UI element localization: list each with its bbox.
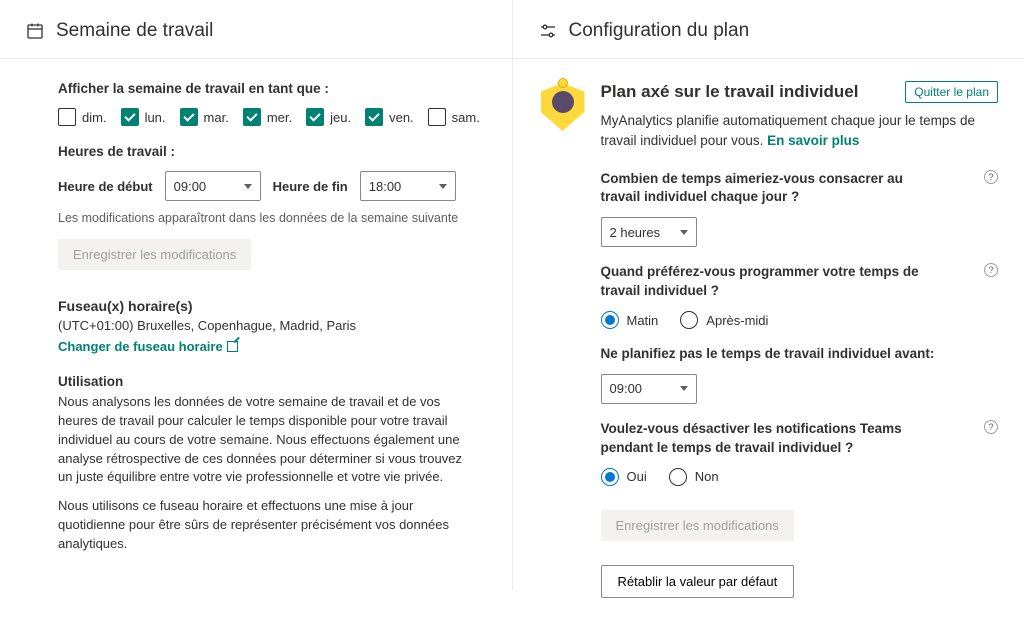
hours-hint: Les modifications apparaîtront dans les … [58,211,486,225]
day-checkbox-ven[interactable]: ven. [365,108,414,126]
start-time-value: 09:00 [174,179,207,194]
chevron-down-icon [439,184,447,189]
info-icon[interactable]: ? [984,170,998,184]
time-pref-question: Quand préférez-vous programmer votre tem… [601,263,941,301]
chevron-down-icon [680,386,688,391]
day-label: sam. [452,110,480,125]
days-row: dim. lun. mar. mer. jeu. ven. sam. [58,108,486,126]
radio-morning[interactable]: Matin [601,311,659,329]
mute-teams-question: Voulez-vous désactiver les notifications… [601,420,941,458]
reset-default-button[interactable]: Rétablir la valeur par défaut [601,565,795,598]
info-icon[interactable]: ? [984,420,998,434]
work-week-panel: Semaine de travail Afficher la semaine d… [0,0,513,590]
show-as-label: Afficher la semaine de travail en tant q… [58,81,486,96]
change-timezone-link[interactable]: Changer de fuseau horaire [58,339,238,354]
end-time-value: 18:00 [369,179,402,194]
hours-row: Heure de début 09:00 Heure de fin 18:00 [58,171,486,201]
day-checkbox-mer[interactable]: mer. [243,108,292,126]
calendar-icon [26,22,44,40]
chevron-down-icon [680,230,688,235]
plan-description: MyAnalytics planifie automatiquement cha… [601,111,999,152]
duration-value: 2 heures [610,225,661,240]
timezone-heading: Fuseau(x) horaire(s) [58,298,486,314]
start-time-label: Heure de début [58,179,153,194]
plan-config-header: Configuration du plan [513,0,1024,59]
external-link-icon [227,341,238,352]
plan-config-title: Configuration du plan [569,20,750,42]
day-label: ven. [389,110,414,125]
day-label: jeu. [330,110,351,125]
day-checkbox-jeu[interactable]: jeu. [306,108,351,126]
radio-morning-label: Matin [627,313,659,328]
day-label: dim. [82,110,107,125]
checkbox-icon [306,108,324,126]
day-checkbox-mar[interactable]: mar. [180,108,229,126]
radio-icon [601,311,619,329]
end-time-select[interactable]: 18:00 [360,171,456,201]
radio-yes[interactable]: Oui [601,468,647,486]
chevron-down-icon [244,184,252,189]
radio-afternoon-label: Après-midi [706,313,768,328]
duration-select[interactable]: 2 heures [601,217,697,247]
usage-heading: Utilisation [58,374,486,389]
change-timezone-label: Changer de fuseau horaire [58,339,223,354]
focus-plan-illustration [539,83,587,131]
usage-paragraph-1: Nous analysons les données de votre sema… [58,393,478,487]
duration-question: Combien de temps aimeriez-vous consacrer… [601,170,941,208]
plan-title: Plan axé sur le travail individuel [601,82,859,102]
radio-yes-label: Oui [627,469,647,484]
checkbox-icon [180,108,198,126]
usage-paragraph-2: Nous utilisons ce fuseau horaire et effe… [58,497,478,554]
work-week-header: Semaine de travail [0,0,512,59]
day-checkbox-dim[interactable]: dim. [58,108,107,126]
end-time-label: Heure de fin [273,179,348,194]
day-label: mar. [204,110,229,125]
not-before-question: Ne planifiez pas le temps de travail ind… [601,345,935,364]
save-button: Enregistrer les modifications [58,239,251,270]
timezone-value: (UTC+01:00) Bruxelles, Copenhague, Madri… [58,318,486,333]
radio-icon [669,468,687,486]
day-checkbox-sam[interactable]: sam. [428,108,480,126]
sliders-icon [539,22,557,40]
checkbox-icon [243,108,261,126]
start-time-select[interactable]: 09:00 [165,171,261,201]
radio-icon [680,311,698,329]
not-before-select[interactable]: 09:00 [601,374,697,404]
checkbox-icon [58,108,76,126]
quit-plan-button[interactable]: Quitter le plan [905,81,998,103]
day-label: mer. [267,110,292,125]
checkbox-icon [428,108,446,126]
plan-config-panel: Configuration du plan Plan axé sur le tr… [513,0,1024,590]
save-button: Enregistrer les modifications [601,510,794,541]
hours-label: Heures de travail : [58,144,486,159]
checkbox-icon [365,108,383,126]
not-before-value: 09:00 [610,381,643,396]
learn-more-link[interactable]: En savoir plus [767,133,859,148]
radio-no-label: Non [695,469,719,484]
radio-icon [601,468,619,486]
radio-afternoon[interactable]: Après-midi [680,311,768,329]
day-checkbox-lun[interactable]: lun. [121,108,166,126]
work-week-title: Semaine de travail [56,20,213,42]
day-label: lun. [145,110,166,125]
radio-no[interactable]: Non [669,468,719,486]
info-icon[interactable]: ? [984,263,998,277]
checkbox-icon [121,108,139,126]
